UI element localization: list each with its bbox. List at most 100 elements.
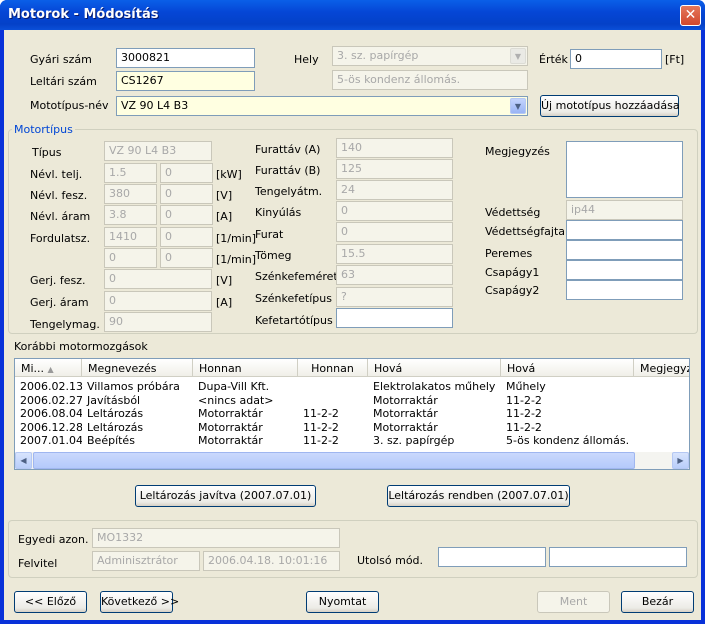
fordulatsz-input-2[interactable]: 0: [160, 227, 213, 247]
fordulatsz2-input-1[interactable]: 0: [104, 248, 157, 268]
nevl-aram-label: Névl. áram: [30, 210, 91, 223]
furattav-b-input[interactable]: 125: [336, 159, 453, 179]
table-row[interactable]: 2007.01.04 Beépítés Motorraktár 11-2-2 3. sz…: [15, 434, 689, 447]
column-header[interactable]: Mi... ▲: [15, 359, 82, 377]
leltarozas-rendben-button[interactable]: Leltározás rendben (2007.07.01): [387, 485, 570, 507]
utolso-mod-user-input[interactable]: [438, 547, 546, 567]
column-header[interactable]: Hová: [501, 359, 634, 377]
leltarozas-javitva-button[interactable]: Leltározás javítva (2007.07.01): [135, 485, 316, 507]
csapagy1-input[interactable]: [566, 260, 683, 280]
ertek-input[interactable]: 0: [570, 49, 662, 69]
mototipus-combo[interactable]: VZ 90 L4 B3 ▼: [116, 96, 528, 116]
hely-label: Hely: [294, 53, 319, 66]
nevl-aram-unit: [A]: [216, 210, 233, 223]
nevl-fesz-input-2[interactable]: 0: [160, 184, 213, 204]
megjegyzes-label: Megjegyzés: [485, 145, 550, 158]
vedettsegfajta-input[interactable]: [566, 220, 683, 240]
table-cell: Leltározás: [87, 407, 144, 420]
nevl-fesz-label: Névl. fesz.: [30, 189, 88, 202]
gerj-fesz-input[interactable]: 0: [104, 269, 212, 289]
gerj-aram-label: Gerj. áram: [30, 296, 89, 309]
chevron-left-icon[interactable]: ◀: [15, 452, 32, 469]
column-header[interactable]: Megnevezés: [82, 359, 193, 377]
gyari-szam-input[interactable]: 3000821: [116, 48, 255, 68]
fordulatsz2-input-2[interactable]: 0: [160, 248, 213, 268]
leltari-szam-label: Leltári szám: [30, 75, 97, 88]
chevron-down-icon[interactable]: ▼: [510, 48, 526, 64]
peremes-input[interactable]: [566, 240, 683, 260]
table-cell: 2006.02.13: [20, 380, 82, 393]
szenkefetipus-label: Szénkefetípus: [255, 292, 332, 305]
tipus-input[interactable]: VZ 90 L4 B3: [104, 141, 212, 161]
furattav-a-input[interactable]: 140: [336, 138, 453, 158]
add-mototipus-button[interactable]: Új mototípus hozzáadása: [540, 95, 680, 117]
gyari-szam-label: Gyári szám: [30, 53, 92, 66]
horizontal-scrollbar[interactable]: ◀ ▶: [15, 452, 689, 469]
chevron-down-icon[interactable]: ▼: [510, 98, 526, 114]
szenkefemeret-label: Szénkefeméret: [255, 270, 338, 283]
szenkefemeret-input[interactable]: 63: [336, 265, 453, 285]
table-row[interactable]: 2006.02.27 Javításból <nincs adat> Motorrak…: [15, 393, 689, 407]
furat-input[interactable]: 0: [336, 222, 453, 242]
table-row[interactable]: 2006.08.04 Leltározás Motorraktár 11-2-2 Mot…: [15, 407, 689, 420]
hely-value: 3. sz. papírgép: [337, 49, 419, 62]
gerj-aram-input[interactable]: 0: [104, 291, 212, 311]
csapagy2-input[interactable]: [566, 280, 683, 300]
hely-detail-input: 5-ös kondenz állomás.: [332, 70, 528, 90]
felvitel-time-input[interactable]: 2006.04.18. 10:01:16: [203, 551, 340, 571]
utolso-mod-time-input[interactable]: [549, 547, 687, 567]
column-header[interactable]: Hová: [368, 359, 501, 377]
ertek-label: Érték: [539, 53, 568, 66]
nevl-aram-input-2[interactable]: 0: [160, 205, 213, 225]
table-cell: 2006.08.04: [20, 407, 82, 420]
chevron-right-icon[interactable]: ▶: [672, 452, 689, 469]
tomeg-label: Tömeg: [255, 249, 292, 262]
save-button[interactable]: Ment: [537, 591, 610, 613]
nevl-aram-input-1[interactable]: 3.8: [104, 205, 157, 225]
prev-button[interactable]: << Előző: [14, 591, 87, 613]
scrollbar-thumb[interactable]: [33, 452, 635, 469]
column-header[interactable]: Honnan: [298, 359, 368, 377]
print-button[interactable]: Nyomtat: [306, 591, 379, 613]
egyedi-azon-label: Egyedi azon.: [18, 533, 89, 546]
utolso-mod-label: Utolsó mód.: [357, 554, 424, 567]
table-cell: Motorraktár: [198, 434, 263, 447]
table-cell: 11-2-2: [506, 420, 542, 434]
felvitel-user-input[interactable]: Adminisztrátor: [92, 551, 200, 571]
nevl-telj-input-1[interactable]: 1.5: [104, 163, 157, 183]
title-bar: Motorok - Módosítás ✕: [0, 0, 705, 30]
table-cell: 11-2-2: [303, 420, 339, 434]
close-icon[interactable]: ✕: [680, 5, 701, 26]
mototipus-value: VZ 90 L4 B3: [121, 99, 189, 112]
vedettseg-input[interactable]: ip44: [566, 200, 683, 220]
tengelymag-input[interactable]: 90: [104, 312, 212, 332]
mototipus-label: Mototípus-név: [30, 99, 109, 112]
table-cell: Dupa-Vill Kft.: [198, 380, 270, 393]
egyedi-azon-input[interactable]: MO1332: [92, 528, 340, 548]
table-cell: Műhely: [506, 380, 546, 393]
column-header[interactable]: Honnan: [193, 359, 298, 377]
sort-ascending-icon: ▲: [47, 365, 54, 374]
kinyulas-input[interactable]: 0: [336, 201, 453, 221]
table-cell: 2007.01.04: [20, 434, 82, 447]
table-cell: 11-2-2: [506, 393, 542, 407]
nevl-telj-input-2[interactable]: 0: [160, 163, 213, 183]
felvitel-label: Felvitel: [18, 557, 58, 570]
table-cell: Villamos próbára: [87, 380, 180, 393]
leltari-szam-input[interactable]: CS1267: [116, 71, 255, 91]
table-cell: Motorraktár: [198, 420, 263, 434]
megjegyzes-textarea[interactable]: [566, 141, 683, 198]
hely-combo[interactable]: 3. sz. papírgép ▼: [332, 46, 528, 66]
column-header[interactable]: Megjegyz: [634, 359, 689, 377]
kefetartotipus-input[interactable]: [336, 308, 453, 328]
next-button[interactable]: Következő >>: [100, 591, 179, 613]
szenkefetipus-input[interactable]: ?: [336, 287, 453, 307]
close-button[interactable]: Bezár: [621, 591, 694, 613]
nevl-fesz-input-1[interactable]: 380: [104, 184, 157, 204]
tengelyatm-label: Tengelyátm.: [255, 185, 323, 198]
tomeg-input[interactable]: 15.5: [336, 244, 453, 264]
fordulatsz-input-1[interactable]: 1410: [104, 227, 157, 247]
table-row[interactable]: 2006.02.13 Villamos próbára Dupa-Vill Kft.…: [15, 380, 689, 393]
tengelyatm-input[interactable]: 24: [336, 180, 453, 200]
table-row[interactable]: 2006.12.28 Leltározás Motorraktár 11-2-2 Mot…: [15, 420, 689, 434]
